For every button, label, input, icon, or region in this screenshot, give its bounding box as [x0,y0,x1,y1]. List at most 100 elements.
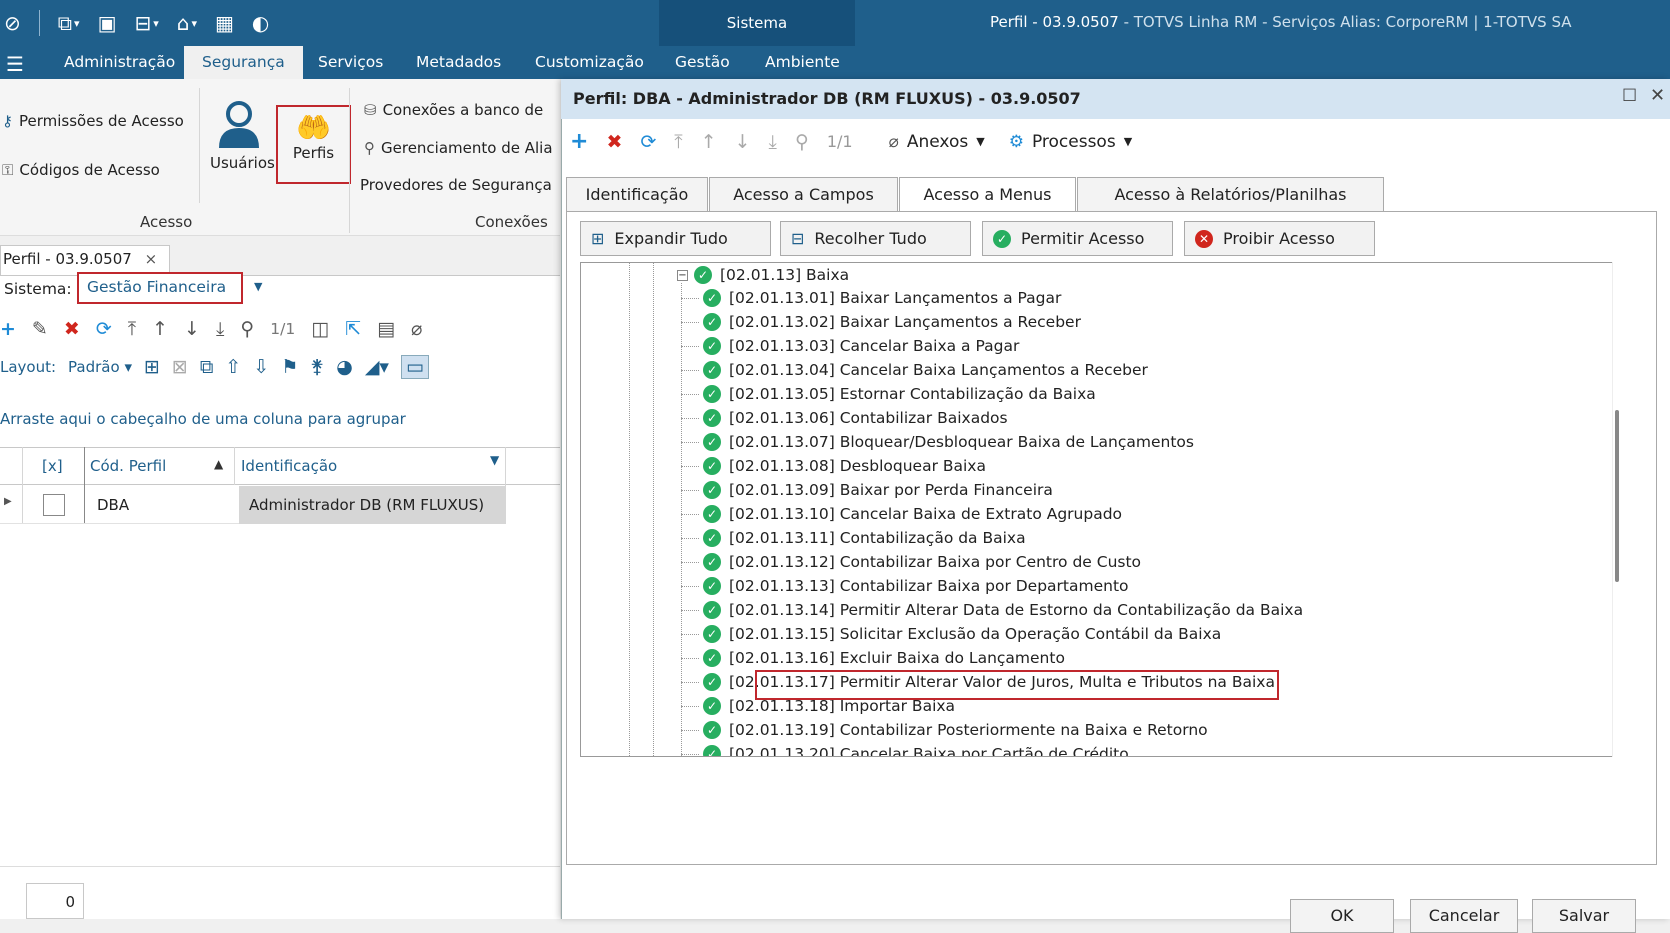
sistema-select[interactable]: Gestão Financeira [77,272,243,304]
perfis-button[interactable]: 🤲 Perfis [276,105,351,184]
up-icon[interactable]: ↑ [701,131,717,153]
tree-item[interactable]: ✓ [02.01.13.20] Cancelar Baixa por Cartão… [703,743,1129,756]
app-menu-icon[interactable]: ☰ [6,52,24,76]
permissoes-button[interactable]: ⚷ Permissões de Acesso [2,112,184,130]
row-checkbox[interactable] [43,494,65,516]
group-icon[interactable]: ⧉ [200,356,214,378]
tree-item[interactable]: ✓ [02.01.13.07] Bloquear/Desbloquear Baix… [703,431,1194,453]
permitir-acesso-button[interactable]: ✓ Permitir Acesso [982,221,1173,256]
refresh-icon[interactable]: ⟳ [96,318,112,340]
close-icon[interactable]: × [145,250,158,268]
tree-item[interactable]: ✓ [02.01.13.02] Baixar Lançamentos a Rece… [703,311,1081,333]
layout-select[interactable]: Padrão ▾ [68,358,132,376]
salvar-button[interactable]: Salvar [1532,899,1636,933]
download-icon[interactable]: ⇩ [253,356,269,378]
tree-item[interactable]: ✓ [02.01.13.09] Baixar por Perda Financei… [703,479,1053,501]
tree-item[interactable]: ✓ [02.01.13.04] Cancelar Baixa Lançamento… [703,359,1148,381]
col-header-check[interactable]: [x] [42,447,63,485]
expandir-tudo-button[interactable]: ⊞ Expandir Tudo [580,221,771,256]
scrollbar-thumb[interactable] [1615,410,1619,582]
document-tab[interactable]: Perfil - 03.9.0507 × [0,245,170,275]
menu-customizacao[interactable]: Customização [535,46,644,79]
col-header-ident[interactable]: Identificação [241,447,337,485]
search-icon[interactable]: ⚲ [795,131,809,153]
power-icon[interactable]: ⊘ [4,11,21,35]
collapse-toggle-icon[interactable]: − [677,269,688,281]
maximize-icon[interactable]: ☐ [1622,86,1637,106]
menu-servicos[interactable]: Serviços [318,46,383,79]
color-icon[interactable]: ◕ [336,356,353,378]
proibir-acesso-button[interactable]: ✕ Proibir Acesso [1184,221,1375,256]
gerenciamento-button[interactable]: ⚲ Gerenciamento de Alia [364,139,553,157]
refresh-icon[interactable]: ⟳ [640,131,656,153]
recolher-tudo-button[interactable]: ⊟ Recolher Tudo [780,221,971,256]
edit-icon[interactable]: ✎ [32,318,48,340]
document-icon[interactable]: ▤ [377,318,395,340]
filter-icon[interactable]: ▼ [490,453,499,467]
first-icon[interactable]: ⤒ [674,131,682,153]
close-icon[interactable]: ✕ [1650,85,1665,106]
tree-item[interactable]: ✓ [02.01.13.11] Contabilização da Baixa [703,527,1026,549]
menu-administracao[interactable]: Administração [64,46,175,79]
pin-icon[interactable]: ⚵ [310,356,324,378]
conexoes-banco-button[interactable]: ⛁ Conexões a banco de [364,101,543,119]
tree-item[interactable]: ✓ [02.01.13.15] Solicitar Exclusão da Ope… [703,623,1221,645]
list-toolbar: + ✎ ✖ ⟳ ⤒ ↑ ↓ ⤓ ⚲ 1/1 ◫ ⇱ ▤ ⌀ [0,318,423,340]
last-icon[interactable]: ⤓ [216,318,224,340]
export-icon[interactable]: ⇱ [345,318,361,340]
first-icon[interactable]: ⤒ [128,318,136,340]
add-row-icon[interactable]: ⊞ [144,356,160,378]
up-icon[interactable]: ↑ [152,318,168,340]
tab-acesso-campos[interactable]: Acesso a Campos [709,177,898,211]
tab-acesso-menus[interactable]: Acesso a Menus [899,177,1076,212]
search-icon[interactable]: ⚲ [240,318,254,340]
tree-item[interactable]: ✓ [02.01.13.12] Contabilizar Baixa por Ce… [703,551,1141,573]
tree-item[interactable]: ✓ [02.01.13.16] Excluir Baixa do Lançamen… [703,647,1065,669]
panel-icon[interactable]: ▭ [400,355,429,379]
tree-item[interactable]: ✓ [02.01.13.10] Cancelar Baixa de Extrato… [703,503,1122,525]
anexos-dropdown[interactable]: ⌀ Anexos ▼ [889,132,985,152]
add-icon[interactable]: + [570,129,588,154]
menu-metadados[interactable]: Metadados [416,46,501,79]
columns-icon[interactable]: ◫ [311,318,329,340]
chart-icon[interactable]: ◢▾ [365,356,389,378]
paint-icon[interactable]: ⚑ [281,356,298,378]
last-icon[interactable]: ⤓ [769,131,777,153]
globe-icon[interactable]: ◐ [252,11,269,35]
cancelar-button[interactable]: Cancelar [1410,899,1518,933]
tree-item[interactable]: ✓ [02.01.13.03] Cancelar Baixa a Pagar [703,335,1019,357]
remove-row-icon[interactable]: ⊠ [172,356,188,378]
delete-icon[interactable]: ✖ [606,131,622,153]
menu-ambiente[interactable]: Ambiente [765,46,840,79]
tree-item[interactable]: ✓ [02.01.13.19] Contabilizar Posteriormen… [703,719,1208,741]
tab-identificacao[interactable]: Identificação [566,177,708,211]
add-icon[interactable]: + [0,318,16,340]
usuarios-button[interactable]: Usuários [210,100,275,172]
tree-item[interactable]: ✓ [02.01.13.08] Desbloquear Baixa [703,455,986,477]
tree-item[interactable]: ✓ [02.01.13.05] Estornar Contabilização d… [703,383,1096,405]
hierarchy-icon[interactable]: ⧉ ▾ [58,11,80,35]
tree-node-baixa[interactable]: − ✓ [02.01.13] Baixa [677,264,849,286]
col-header-cod[interactable]: Cód. Perfil [90,447,166,485]
attach-icon[interactable]: ⌀ [411,318,422,340]
tree-item[interactable]: ✓ [02.01.13.14] Permitir Alterar Data de … [703,599,1303,621]
tree-item[interactable]: ✓ [02.01.13.01] Baixar Lançamentos a Paga… [703,287,1061,309]
upload-icon[interactable]: ⇧ [225,356,241,378]
chevron-down-icon[interactable]: ▼ [254,280,262,293]
grid-icon[interactable]: ▦ [215,11,234,35]
menu-seguranca[interactable]: Segurança [184,46,303,79]
down-icon[interactable]: ↓ [735,131,751,153]
tree-item[interactable]: ✓ [02.01.13.06] Contabilizar Baixados [703,407,1008,429]
provedores-button[interactable]: Provedores de Segurança [360,176,552,194]
window-icon[interactable]: ⊟ ▾ [134,11,158,35]
processos-dropdown[interactable]: ⚙ Processos ▼ [1009,132,1132,152]
home-icon[interactable]: ⌂ ▾ [177,11,197,35]
ok-button[interactable]: OK [1290,899,1394,933]
codigos-button[interactable]: ⚿ Códigos de Acesso [2,161,160,179]
tab-acesso-relatorios[interactable]: Acesso à Relatórios/Planilhas [1077,177,1384,211]
view-icon[interactable]: ▣ [98,11,117,35]
tree-item[interactable]: ✓ [02.01.13.13] Contabilizar Baixa por De… [703,575,1129,597]
down-icon[interactable]: ↓ [184,318,200,340]
delete-icon[interactable]: ✖ [64,318,80,340]
menu-gestao[interactable]: Gestão [675,46,730,79]
